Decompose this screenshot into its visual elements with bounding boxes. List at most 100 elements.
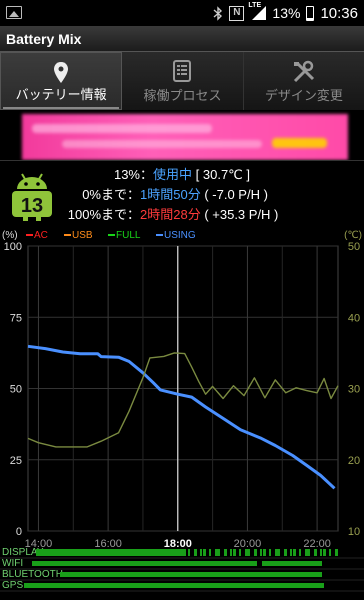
y-tick-left: 50 bbox=[10, 384, 22, 396]
tab-bar: バッテリー情報 稼働プロセス デザイン変更 bbox=[0, 52, 364, 110]
display-segment bbox=[254, 549, 257, 556]
time-to-empty-label: 0%まで： bbox=[82, 187, 140, 202]
tab-running-processes[interactable]: 稼働プロセス bbox=[122, 52, 244, 110]
activity-label: BLUETOOTH bbox=[2, 569, 63, 580]
y-tick-left: 25 bbox=[10, 455, 22, 467]
wifi-activity bbox=[262, 561, 322, 566]
x-tick-label: 18:00 bbox=[164, 538, 192, 550]
list-icon bbox=[172, 60, 192, 85]
y-tick-right: 20 bbox=[348, 455, 360, 467]
x-tick-label: 22:00 bbox=[303, 538, 331, 550]
y-tick-right: 10 bbox=[348, 526, 360, 538]
y-tick-left: 75 bbox=[10, 312, 22, 324]
display-segment bbox=[323, 549, 326, 556]
x-tick-label: 16:00 bbox=[94, 538, 122, 550]
app-title: Battery Mix bbox=[6, 31, 82, 47]
battery-level-badge: 13 bbox=[21, 195, 43, 217]
display-segment bbox=[224, 549, 227, 556]
display-segment bbox=[200, 549, 202, 556]
display-segment bbox=[275, 549, 278, 556]
ad-banner[interactable] bbox=[22, 114, 348, 160]
tab-design-change[interactable]: デザイン変更 bbox=[244, 52, 364, 110]
y-tick-right: 50 bbox=[348, 241, 360, 253]
status-row: 13%：使用中 [ 30.7℃ ] bbox=[62, 165, 278, 185]
location-pin-icon bbox=[53, 61, 69, 88]
display-segment bbox=[239, 549, 241, 556]
activity-label: WIFI bbox=[2, 558, 23, 569]
tab-battery-info[interactable]: バッテリー情報 bbox=[0, 52, 123, 110]
status-icons: N LTE 13% 10:36 bbox=[213, 2, 358, 22]
legend-label: USING bbox=[164, 230, 196, 241]
time-to-full-row: 100%まで：2時間28分 ( +35.3 P/H ) bbox=[62, 205, 279, 225]
charge-rate: ( +35.3 P/H ) bbox=[204, 207, 279, 222]
display-segment bbox=[209, 549, 211, 556]
display-segment bbox=[329, 549, 331, 556]
battery-percent: 13% bbox=[272, 5, 301, 21]
display-segment bbox=[290, 549, 292, 556]
battery-chart-svg: (%) (℃) AC USB FULL USING 100 75 50 25 0 50 40 30 20 1… bbox=[0, 230, 364, 592]
display-segment bbox=[36, 549, 186, 556]
display-segment bbox=[203, 549, 206, 556]
display-segment bbox=[218, 549, 220, 556]
nfc-icon: N bbox=[229, 5, 245, 21]
display-segment bbox=[299, 549, 301, 556]
display-segment bbox=[194, 549, 197, 556]
y-tick-right: 30 bbox=[348, 384, 360, 396]
x-tick-label: 20:00 bbox=[234, 538, 262, 550]
left-axis-unit: (%) bbox=[2, 230, 18, 241]
legend-label: USB bbox=[72, 230, 93, 241]
time-to-empty-value: 1時間50分 bbox=[140, 187, 201, 202]
display-segment bbox=[215, 549, 218, 556]
app-title-bar: Battery Mix bbox=[0, 26, 364, 52]
legend-label: AC bbox=[34, 230, 48, 241]
display-segment bbox=[308, 549, 310, 556]
gps-activity bbox=[24, 583, 324, 588]
display-segment bbox=[230, 549, 232, 556]
legend-label: FULL bbox=[116, 230, 141, 241]
display-segment bbox=[305, 549, 308, 556]
android-battery-badge: 13 bbox=[12, 173, 52, 221]
image-icon bbox=[6, 6, 22, 19]
clock: 10:36 bbox=[320, 4, 358, 22]
display-segment bbox=[248, 549, 250, 556]
display-segment bbox=[260, 549, 262, 556]
status-text: 使用中 bbox=[153, 167, 193, 182]
display-segment bbox=[263, 549, 266, 556]
display-segment bbox=[284, 549, 287, 556]
tab-label: デザイン変更 bbox=[264, 88, 343, 103]
battery-level-line bbox=[27, 344, 336, 490]
status-percent: 13% bbox=[113, 167, 140, 182]
time-to-empty-row: 0%まで：1時間50分 ( -7.0 P/H ) bbox=[62, 185, 278, 205]
display-segment bbox=[245, 549, 248, 556]
display-segment bbox=[269, 549, 271, 556]
temperature-value: [ 30.7℃ ] bbox=[195, 167, 251, 182]
bluetooth-icon bbox=[213, 5, 223, 21]
lte-signal-icon: LTE bbox=[248, 2, 267, 20]
display-segment bbox=[188, 549, 190, 556]
y-tick-left: 100 bbox=[4, 241, 22, 253]
temperature-line bbox=[27, 352, 339, 448]
tools-icon bbox=[292, 60, 316, 87]
tab-label: 稼働プロセス bbox=[143, 88, 222, 103]
bluetooth-activity bbox=[60, 572, 322, 577]
wifi-activity bbox=[32, 561, 257, 566]
display-activity bbox=[36, 549, 338, 556]
display-segment bbox=[335, 549, 338, 556]
discharge-rate: ( -7.0 P/H ) bbox=[204, 187, 268, 202]
battery-icon bbox=[306, 5, 315, 21]
activity-label: GPS bbox=[2, 580, 23, 591]
ad-banner-area bbox=[0, 110, 364, 160]
time-to-full-value: 2時間28分 bbox=[140, 207, 201, 222]
display-segment bbox=[314, 549, 317, 556]
display-segment bbox=[233, 549, 236, 556]
battery-stats: 13%：使用中 [ 30.7℃ ] 0%まで：1時間50分 ( -7.0 P/H… bbox=[62, 165, 279, 225]
y-tick-left: 0 bbox=[16, 526, 22, 538]
display-segment bbox=[278, 549, 280, 556]
display-segment bbox=[320, 549, 322, 556]
status-bar: N LTE 13% 10:36 bbox=[0, 0, 364, 26]
time-to-full-label: 100%まで： bbox=[67, 207, 140, 222]
display-segment bbox=[293, 549, 296, 556]
y-tick-right: 40 bbox=[348, 312, 360, 324]
battery-chart: (%) (℃) AC USB FULL USING 100 75 50 25 0 50 40 30 20 1… bbox=[0, 228, 364, 600]
battery-info-panel: 13 13%：使用中 [ 30.7℃ ] 0%まで：1時間50分 ( -7.0 … bbox=[0, 160, 364, 228]
